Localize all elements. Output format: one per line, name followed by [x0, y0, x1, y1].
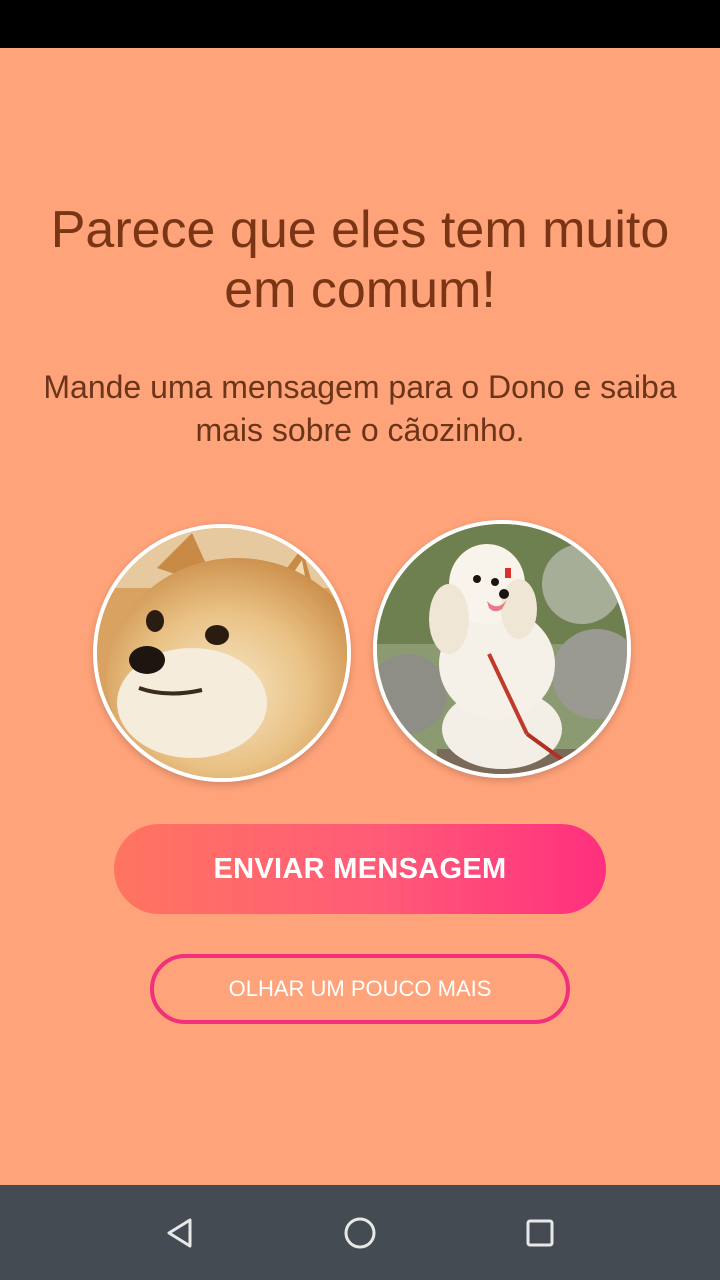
match-title: Parece que eles tem muito em comum! — [50, 201, 670, 319]
match-subtitle: Mande uma mensagem para o Dono e saiba m… — [43, 369, 677, 448]
match-dog-avatar — [373, 520, 631, 778]
match-screen: Parece que eles tem muito em comum! Mand… — [0, 0, 720, 1280]
status-bar — [0, 0, 720, 48]
recents-square-icon — [526, 1219, 554, 1247]
back-triangle-icon — [167, 1218, 192, 1248]
recents-button[interactable] — [516, 1209, 564, 1257]
system-navigation-bar — [0, 1185, 720, 1280]
send-message-button[interactable]: ENVIAR MENSAGEM — [114, 824, 606, 914]
white-poodle-dog-photo — [377, 524, 627, 774]
match-content: Parece que eles tem muito em comum! Mand… — [0, 48, 720, 1185]
home-button[interactable] — [336, 1209, 384, 1257]
home-circle-icon — [344, 1217, 376, 1249]
shiba-inu-dog-photo — [97, 528, 347, 778]
user-dog-avatar — [93, 524, 351, 782]
back-button[interactable] — [156, 1209, 204, 1257]
keep-browsing-button[interactable]: OLHAR UM POUCO MAIS — [150, 954, 570, 1024]
